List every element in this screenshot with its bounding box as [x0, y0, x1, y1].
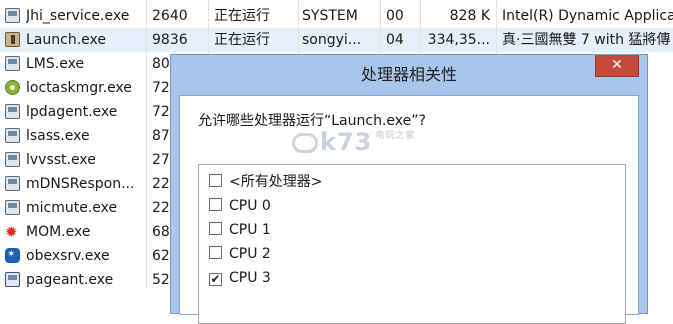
cpu-option-label: <所有处理器> [229, 174, 323, 190]
process-description: 真·三國無雙 7 with 猛將傳 [502, 32, 671, 48]
process-name: obexsrv.exe [26, 248, 110, 264]
cpu-option-label: CPU 3 [229, 270, 271, 286]
process-icon-cell [5, 148, 23, 172]
column-divider [146, 0, 147, 288]
process-icon-cell [5, 268, 23, 292]
process-icon [5, 128, 20, 143]
cpu-option[interactable]: ✔ CPU 3 [209, 267, 271, 289]
process-user: SYSTEM [302, 8, 358, 24]
process-icon-cell [5, 28, 23, 52]
checkbox[interactable] [209, 198, 222, 211]
process-status: 正在运行 [214, 32, 270, 48]
process-icon-cell [5, 124, 23, 148]
process-icon-cell [5, 172, 23, 196]
processor-affinity-dialog: 处理器相关性 ✕ 允许哪些处理器运行“Launch.exe”? <所有处理器> C… [170, 54, 648, 324]
cpu-option[interactable]: CPU 2 [209, 243, 271, 265]
bluetooth-icon [5, 248, 20, 263]
process-icon [5, 176, 20, 191]
process-name: Launch.exe [26, 32, 106, 48]
checkbox[interactable] [209, 174, 222, 187]
process-icon-cell [5, 220, 23, 244]
watermark-text: k73 [320, 128, 373, 156]
table-row[interactable]: Launch.exe 9836 正在运行 songyi... 04 334,35... 真·… [0, 28, 673, 52]
process-icon [5, 8, 20, 23]
checkbox[interactable] [209, 222, 222, 235]
process-icon-cell [5, 196, 23, 220]
game-icon [5, 32, 20, 47]
cpu-option-label: CPU 2 [229, 246, 271, 262]
process-icon-cell [5, 100, 23, 124]
process-memory: 828 K [449, 8, 490, 24]
close-button[interactable]: ✕ [595, 55, 639, 77]
dialog-title: 处理器相关性 [360, 65, 457, 84]
putty-icon [5, 272, 20, 287]
process-name: lsass.exe [26, 128, 90, 144]
process-pid: 2640 [152, 8, 188, 24]
process-name: LMS.exe [26, 56, 85, 72]
process-icon-cell [5, 76, 23, 100]
watermark: k73 电玩之家 [292, 128, 415, 156]
process-status: 正在运行 [214, 8, 270, 24]
table-row[interactable]: Jhi_service.exe 2640 正在运行 SYSTEM 00 828 K Inte… [0, 4, 673, 28]
process-icon [5, 56, 20, 71]
process-icon [5, 152, 20, 167]
process-name: pageant.exe [26, 272, 114, 288]
gamepad-icon [292, 133, 318, 153]
process-name: lpdagent.exe [26, 104, 118, 120]
process-name: Jhi_service.exe [26, 8, 130, 24]
process-name: MOM.exe [26, 224, 91, 240]
cpu-option-label: CPU 0 [229, 198, 271, 214]
affinity-prompt: 允许哪些处理器运行“Launch.exe”? [198, 113, 426, 129]
process-user: songyi... [302, 32, 362, 48]
process-memory: 334,35... [427, 32, 490, 48]
process-icon-cell [5, 244, 23, 268]
process-icon [5, 200, 20, 215]
process-pid: 9836 [152, 32, 188, 48]
process-icon [5, 104, 20, 119]
process-name: lvvsst.exe [26, 152, 96, 168]
checkbox[interactable] [209, 246, 222, 259]
processor-list: <所有处理器> CPU 0 CPU 1 CPU 2 ✔ CPU 3 [198, 164, 626, 324]
process-icon-cell [5, 52, 23, 76]
process-description: Intel(R) Dynamic Applica [502, 8, 673, 24]
process-name: micmute.exe [26, 200, 118, 216]
watermark-subtext: 电玩之家 [375, 131, 416, 141]
process-icon-cell [5, 4, 23, 28]
cpu-option-label: CPU 1 [229, 222, 271, 238]
gear-icon [5, 80, 20, 95]
checkbox-checked[interactable]: ✔ [209, 273, 222, 286]
cpu-option[interactable]: CPU 0 [209, 195, 271, 217]
cpu-option[interactable]: <所有处理器> [209, 171, 322, 193]
mom-icon [5, 220, 20, 244]
process-name: mDNSRespon... [26, 176, 135, 192]
process-name: loctaskmgr.exe [26, 80, 132, 96]
cpu-option[interactable]: CPU 1 [209, 219, 271, 241]
